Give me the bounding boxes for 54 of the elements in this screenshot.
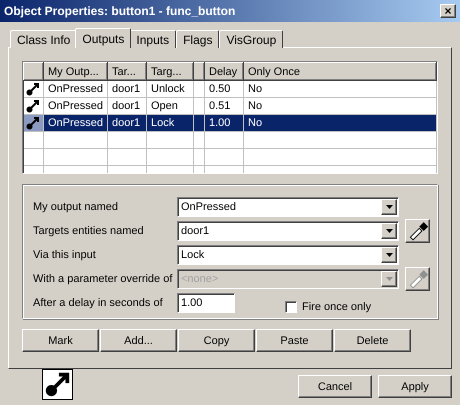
tab[interactable]: Class Info — [10, 30, 78, 48]
column-header[interactable]: Tar... — [108, 62, 146, 80]
dropdown[interactable]: door1 — [177, 221, 399, 241]
table-cell[interactable]: 0.50 — [204, 80, 244, 98]
dropdown-arrow-icon — [386, 205, 392, 209]
column-header[interactable]: Only Once — [244, 62, 436, 80]
table-cell[interactable]: 0.51 — [204, 98, 244, 114]
table-cell[interactable]: Unlock — [146, 80, 194, 98]
table-cell[interactable]: No — [244, 114, 436, 132]
close-button[interactable]: × — [440, 4, 456, 18]
action-button[interactable]: Paste — [256, 329, 333, 352]
arrow-icon — [26, 82, 40, 96]
dropdown-arrow-icon — [386, 277, 392, 281]
tab[interactable]: Outputs — [75, 28, 132, 48]
table-cell[interactable]: OnPressed — [44, 80, 108, 98]
table-cell[interactable]: door1 — [108, 114, 146, 132]
arrow-icon — [26, 99, 40, 113]
fire-once-checkbox[interactable]: Fire once only — [285, 301, 372, 313]
delay-field[interactable]: 1.00 — [177, 293, 235, 313]
column-header[interactable]: Targ... — [146, 62, 194, 80]
column-header[interactable] — [194, 62, 204, 80]
tab[interactable]: Flags — [176, 30, 220, 48]
dropdown[interactable]: OnPressed — [177, 197, 399, 217]
table-cell[interactable]: Open — [146, 98, 194, 114]
tab[interactable]: VisGroup — [219, 30, 284, 48]
dropdown[interactable]: Lock — [177, 245, 399, 265]
arrow-icon — [26, 116, 40, 130]
column-header[interactable]: My Outp... — [44, 62, 108, 80]
table-cell[interactable]: OnPressed — [44, 114, 108, 132]
eyedropper-button[interactable] — [405, 219, 430, 243]
window-title: Object Properties: button1 - func_button — [4, 4, 236, 18]
action-button[interactable]: Delete — [334, 329, 411, 352]
dropdown-arrow-icon — [386, 253, 392, 257]
tab[interactable]: Inputs — [129, 30, 176, 48]
table-cell[interactable]: door1 — [108, 98, 146, 114]
field-label: Via this input — [33, 249, 97, 261]
table-cell[interactable]: OnPressed — [44, 98, 108, 114]
table-cell[interactable]: No — [244, 80, 436, 98]
field-label: Targets entities named — [33, 225, 145, 237]
table-cell[interactable]: Lock — [146, 114, 194, 132]
dialog-button[interactable]: Apply — [378, 375, 452, 398]
column-header[interactable]: Delay — [204, 62, 244, 80]
action-button[interactable]: Mark — [22, 329, 99, 352]
field-label: After a delay in seconds of — [33, 297, 164, 309]
table-cell[interactable]: No — [244, 98, 436, 114]
dropdown-arrow-icon — [386, 229, 392, 233]
table-cell[interactable]: 1.00 — [204, 114, 244, 132]
table-cell[interactable]: door1 — [108, 80, 146, 98]
action-button[interactable]: Add... — [100, 329, 177, 352]
action-button[interactable]: Copy — [178, 329, 255, 352]
field-label: My output named — [33, 201, 119, 213]
dialog-button[interactable]: Cancel — [298, 375, 372, 398]
column-header[interactable] — [24, 62, 44, 80]
field-label: With a parameter override of — [33, 273, 174, 285]
